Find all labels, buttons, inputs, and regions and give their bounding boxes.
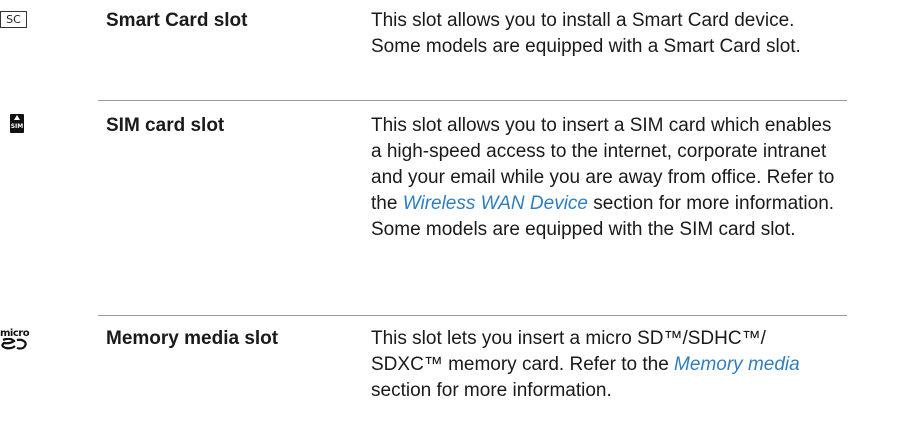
port-name: SIM card slot — [106, 115, 225, 136]
description-text: This slot allows you to install a Smart … — [371, 10, 801, 57]
table-row: SC Smart Card slot This slot allows you … — [0, 0, 897, 100]
cross-reference-link[interactable]: Memory media — [674, 354, 800, 375]
port-name: Smart Card slot — [106, 10, 248, 31]
description-text: section for more information. — [371, 380, 612, 401]
sim-card-icon: SIM — [10, 114, 24, 133]
port-name: Memory media slot — [106, 328, 279, 349]
cross-reference-link[interactable]: Wireless WAN Device — [403, 193, 588, 214]
port-description: This slot lets you insert a micro SD™/SD… — [371, 326, 841, 404]
table-row: micro Memory media slot This slot lets y… — [0, 316, 897, 422]
sim-card-icon-label: SIM — [10, 123, 24, 130]
smart-card-icon-label: SC — [6, 13, 21, 26]
port-description: This slot allows you to install a Smart … — [371, 8, 841, 60]
micro-sd-icon: micro — [0, 329, 36, 350]
smart-card-icon: SC — [0, 11, 27, 28]
port-description: This slot allows you to insert a SIM car… — [371, 113, 841, 243]
table-row: SIM SIM card slot This slot allows you t… — [0, 101, 897, 301]
